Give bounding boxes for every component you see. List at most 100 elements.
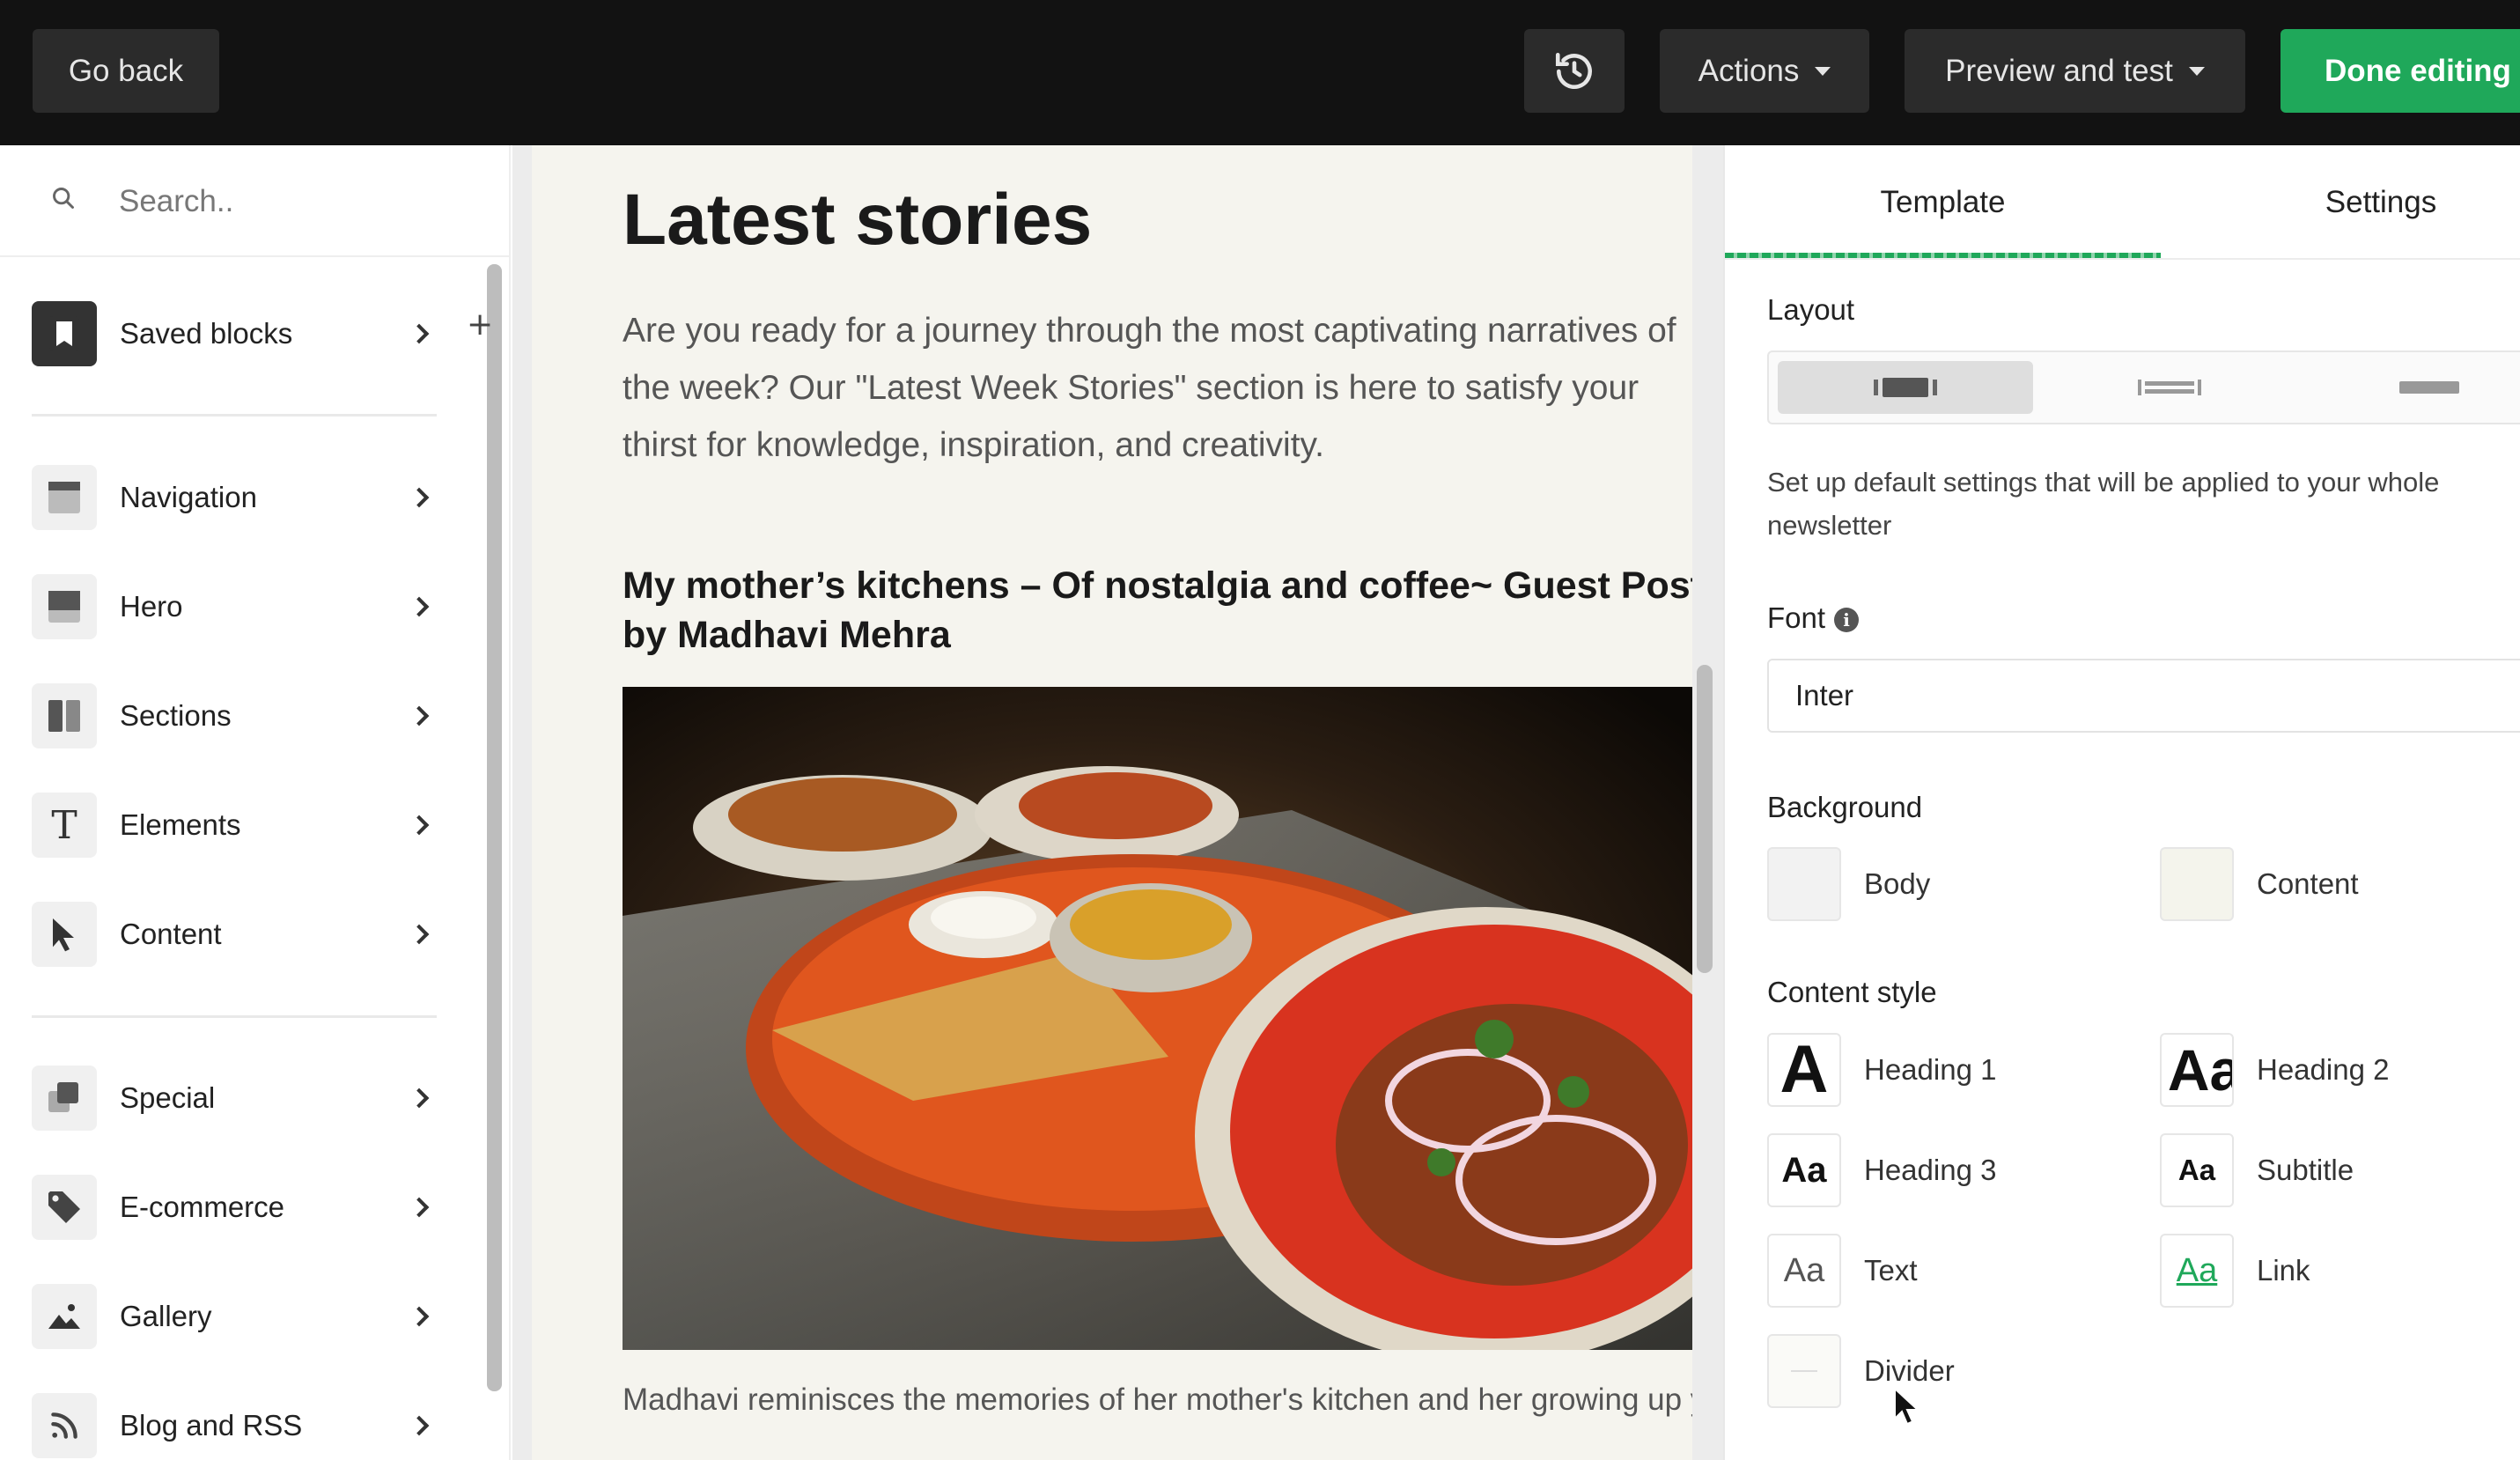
sidebar-item-label: Elements — [120, 808, 241, 841]
heading-1-glyph: A — [1779, 1032, 1829, 1107]
divider — [32, 414, 437, 417]
email-preview-canvas[interactable]: Latest stories Are you ready for a journ… — [512, 145, 1723, 1460]
sidebar-item-hero[interactable]: Hero — [32, 574, 437, 639]
chevron-right-icon — [409, 487, 430, 508]
image-icon — [32, 1284, 97, 1349]
sidebar-item-label: Sections — [120, 699, 232, 732]
subtitle-preview: Aa — [2160, 1133, 2234, 1207]
actions-label: Actions — [1698, 53, 1800, 88]
text-preview: Aa — [1767, 1234, 1841, 1308]
hero-icon — [32, 574, 97, 639]
special-icon — [32, 1066, 97, 1131]
actions-dropdown[interactable]: Actions — [1660, 29, 1869, 113]
background-body[interactable]: Body — [1767, 847, 1930, 921]
history-icon — [1555, 52, 1592, 89]
sidebar-item-gallery[interactable]: Gallery — [32, 1284, 437, 1349]
layout-option-full[interactable] — [2302, 361, 2520, 414]
caret-down-icon — [1815, 66, 1831, 76]
heading-3-preview: Aa — [1767, 1133, 1841, 1207]
section-heading[interactable]: Latest stories — [623, 179, 1692, 262]
sidebar-item-sections[interactable]: Sections — [32, 683, 437, 748]
go-back-button[interactable]: Go back — [33, 29, 219, 113]
sidebar-item-navigation[interactable]: Navigation — [32, 465, 437, 530]
style-link[interactable]: Aa Link — [2160, 1234, 2310, 1308]
tab-divider — [1725, 258, 2520, 260]
info-icon[interactable]: i — [1834, 608, 1860, 632]
sidebar-item-content[interactable]: Content — [32, 902, 437, 967]
background-content[interactable]: Content — [2160, 847, 2359, 921]
subtitle-glyph: Aa — [2177, 1154, 2216, 1186]
style-subtitle[interactable]: Aa Subtitle — [2160, 1133, 2354, 1207]
story-image[interactable] — [623, 687, 1692, 1350]
layout-selector — [1767, 350, 2520, 424]
sidebar-item-blog-and-rss[interactable]: Blog and RSS — [32, 1393, 437, 1458]
preview-label: Preview and test — [1945, 53, 2173, 88]
chevron-right-icon — [409, 1306, 430, 1327]
layout-option-boxed[interactable] — [1778, 361, 2033, 414]
chevron-right-icon — [409, 1197, 430, 1218]
sidebar-item-label: Hero — [120, 590, 183, 623]
style-heading-1[interactable]: A Heading 1 — [1767, 1033, 1996, 1107]
search-bar — [0, 145, 511, 257]
sidebar-item-e-commerce[interactable]: E-commerce — [32, 1175, 437, 1240]
link-preview: Aa — [2160, 1234, 2234, 1308]
sidebar-item-label: Content — [120, 918, 222, 950]
heading-2-glyph: Aa — [2167, 1037, 2232, 1102]
font-select[interactable]: Inter — [1767, 659, 2520, 733]
body-color-swatch[interactable] — [1767, 847, 1841, 921]
divider — [32, 1015, 437, 1018]
rss-icon — [32, 1393, 97, 1458]
preview-scrollbar[interactable] — [1697, 665, 1713, 973]
style-label: Heading 3 — [1864, 1154, 1997, 1186]
chevron-right-icon — [409, 323, 430, 344]
go-back-label: Go back — [68, 53, 184, 88]
done-editing-button[interactable]: Done editing — [2281, 29, 2520, 113]
sidebar-item-label: E-commerce — [120, 1191, 285, 1223]
style-label: Heading 1 — [1864, 1053, 1997, 1086]
top-bar: Go back Actions Preview and test Done ed… — [0, 0, 2520, 145]
sidebar-item-label: Gallery — [120, 1300, 212, 1332]
layout-wide-icon — [2138, 380, 2201, 395]
sidebar-scrollbar[interactable] — [487, 264, 502, 1391]
sidebar-item-saved-blocks[interactable]: Saved blocks — [32, 301, 437, 366]
style-heading-2[interactable]: Aa Heading 2 — [2160, 1033, 2389, 1107]
style-label: Subtitle — [2257, 1154, 2354, 1186]
layout-option-wide[interactable] — [2042, 361, 2297, 414]
content-color-swatch[interactable] — [2160, 847, 2234, 921]
intro-paragraph[interactable]: Are you ready for a journey through the … — [623, 302, 1692, 474]
layout-full-icon — [2399, 381, 2459, 394]
sidebar-item-elements[interactable]: T Elements — [32, 793, 437, 858]
chevron-right-icon — [409, 924, 430, 945]
style-label: Heading 2 — [2257, 1053, 2390, 1086]
style-text[interactable]: Aa Text — [1767, 1234, 1918, 1308]
pointer-icon — [32, 902, 97, 967]
font-select-value: Inter — [1795, 679, 1854, 712]
sidebar-item-special[interactable]: Special — [32, 1066, 437, 1131]
layout-boxed-icon — [1874, 378, 1937, 397]
sidebar-item-label: Saved blocks — [120, 317, 293, 350]
newsletter-content: Latest stories Are you ready for a journ… — [532, 145, 1692, 1460]
preview-and-test-dropdown[interactable]: Preview and test — [1905, 29, 2245, 113]
chevron-right-icon — [409, 815, 430, 836]
sections-icon — [32, 683, 97, 748]
story-caption[interactable]: Madhavi reminisces the memories of her m… — [623, 1383, 1692, 1418]
caret-down-icon — [2188, 66, 2205, 76]
mouse-cursor-icon — [1894, 1387, 1919, 1426]
style-label: Link — [2257, 1254, 2310, 1287]
link-glyph: Aa — [2176, 1251, 2218, 1289]
chevron-right-icon — [409, 1088, 430, 1109]
chevron-right-icon — [409, 705, 430, 726]
style-divider[interactable]: Divider — [1767, 1334, 1955, 1408]
sidebar-item-label: Special — [120, 1081, 216, 1114]
heading-1-preview: A — [1767, 1033, 1841, 1107]
tab-settings[interactable]: Settings — [2161, 145, 2520, 260]
search-icon — [53, 188, 74, 209]
history-button[interactable] — [1524, 29, 1625, 113]
style-heading-3[interactable]: Aa Heading 3 — [1767, 1133, 1996, 1207]
content-style-label: Content style — [1767, 976, 1937, 1008]
search-input[interactable] — [119, 175, 471, 228]
story-title[interactable]: My mother’s kitchens – Of nostalgia and … — [623, 561, 1692, 660]
style-label: Divider — [1864, 1354, 1955, 1387]
font-label-row: Font i — [1767, 601, 1860, 635]
tab-template[interactable]: Template — [1725, 145, 2161, 260]
